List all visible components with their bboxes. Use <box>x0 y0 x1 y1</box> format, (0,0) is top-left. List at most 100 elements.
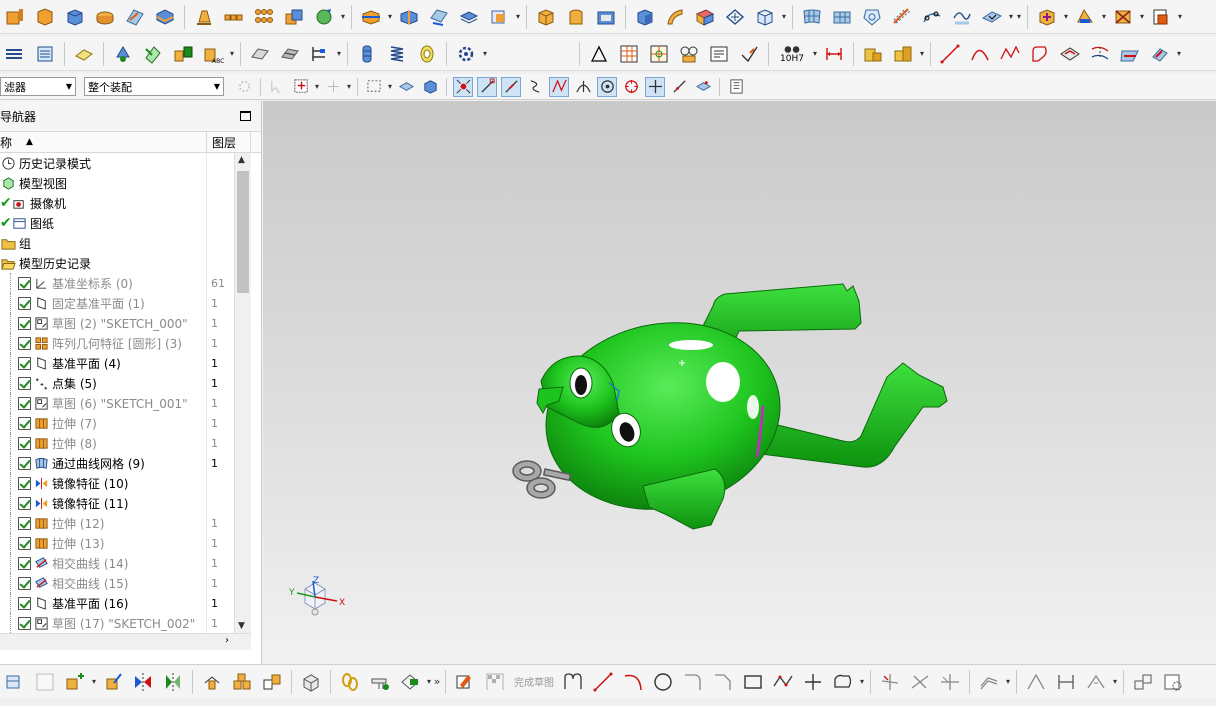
sketch-point-icon[interactable] <box>800 669 826 695</box>
add-component-icon[interactable] <box>1034 4 1060 30</box>
snap-arc-center-icon[interactable] <box>573 77 593 97</box>
select-bodies-icon[interactable] <box>420 77 440 97</box>
scroll-down-icon[interactable]: ▼ <box>238 621 245 631</box>
visibility-checkbox[interactable] <box>18 316 31 330</box>
snap-circle-center-icon[interactable] <box>597 76 617 97</box>
more-tools-icon[interactable]: » <box>433 675 441 688</box>
pattern-geometry-icon[interactable] <box>251 4 277 30</box>
snap-enable-icon[interactable] <box>453 76 473 97</box>
visibility-checkbox[interactable] <box>18 376 31 390</box>
feature-control-icon[interactable] <box>676 41 702 67</box>
block-feature-icon[interactable] <box>632 4 658 30</box>
assembly-constraint-icon[interactable] <box>140 41 166 67</box>
visibility-checkbox[interactable] <box>18 276 31 290</box>
replace-face-icon[interactable] <box>486 4 512 30</box>
finish-sketch-icon[interactable] <box>482 669 508 695</box>
navigator-row[interactable]: 阵列几何特征 [圆形] (3) 1 <box>0 333 234 353</box>
scroll-right-icon[interactable]: › <box>225 635 229 646</box>
snap-point-on-curve-icon[interactable] <box>669 77 689 97</box>
edit-feature-icon[interactable] <box>100 669 126 695</box>
combine-icon[interactable] <box>281 4 307 30</box>
sketch-task-icon[interactable] <box>452 669 478 695</box>
sketch-fillet-icon[interactable] <box>680 669 706 695</box>
mirror-feature-icon[interactable] <box>130 669 156 695</box>
navigator-row[interactable]: 历史记录模式 <box>0 153 234 173</box>
delete-body-icon[interactable] <box>1110 4 1136 30</box>
snap-point-on-face-icon[interactable] <box>693 77 713 97</box>
note-icon[interactable] <box>706 41 732 67</box>
quick-trim-icon[interactable] <box>877 669 903 695</box>
navigator-row[interactable]: 固定基准平面 (1) 1 <box>0 293 234 313</box>
curve-on-surface-icon[interactable] <box>919 4 945 30</box>
layer-stack-icon[interactable] <box>2 41 28 67</box>
surface-grid-icon[interactable] <box>799 4 825 30</box>
component-group-icon[interactable] <box>229 669 255 695</box>
hollow-icon[interactable] <box>593 4 619 30</box>
drawing-frame-icon[interactable] <box>32 669 58 695</box>
block-icon[interactable] <box>2 4 28 30</box>
visibility-checkbox[interactable] <box>18 596 31 610</box>
sphere-icon[interactable] <box>311 4 337 30</box>
scroll-up-icon[interactable]: ▲ <box>238 155 245 165</box>
layer-settings-icon[interactable] <box>32 41 58 67</box>
sketch-settings-icon[interactable] <box>1160 669 1186 695</box>
make-corner-icon[interactable] <box>937 669 963 695</box>
gear-icon[interactable] <box>453 41 479 67</box>
column-header-name[interactable]: 称 ▲ <box>0 132 207 152</box>
visibility-checkbox[interactable] <box>18 516 31 530</box>
package-icon[interactable] <box>298 669 324 695</box>
material-icon[interactable] <box>860 41 886 67</box>
pattern-feature-icon[interactable] <box>221 4 247 30</box>
tolerance-fit-icon[interactable]: 10H7 <box>775 41 809 67</box>
shell-icon[interactable] <box>32 4 58 30</box>
sketch-circle-icon[interactable] <box>650 669 676 695</box>
bom-icon[interactable]: ABC <box>200 41 226 67</box>
sweep-icon[interactable] <box>662 4 688 30</box>
selection-scope-icon[interactable] <box>291 77 311 97</box>
thicken-icon[interactable] <box>456 4 482 30</box>
clip-section-icon[interactable] <box>277 41 303 67</box>
constraints-icon[interactable] <box>199 669 225 695</box>
select-pointer-icon[interactable] <box>267 77 287 97</box>
navigator-row[interactable]: 基准平面 (16) 1 <box>0 593 234 613</box>
geometric-constraints-icon[interactable] <box>1023 669 1049 695</box>
navigator-row[interactable]: ✔ 图纸 <box>0 213 234 233</box>
snap-endpoint-icon[interactable] <box>477 76 497 97</box>
nsided-surface-icon[interactable] <box>859 4 885 30</box>
navigator-row[interactable]: 模型历史记录 <box>0 253 234 273</box>
visibility-checkbox[interactable] <box>18 476 31 490</box>
assembly-move-icon[interactable] <box>110 41 136 67</box>
view-triad[interactable]: Z X Y <box>285 575 365 635</box>
type-filter-combo[interactable]: 滤器 ▼ <box>0 77 76 96</box>
spring-icon[interactable] <box>384 41 410 67</box>
extrude-box-icon[interactable] <box>533 4 559 30</box>
spline-icon[interactable] <box>997 41 1023 67</box>
link-icon[interactable] <box>337 669 363 695</box>
navigator-row[interactable]: 组 <box>0 233 234 253</box>
filter-settings-icon[interactable] <box>234 77 254 97</box>
assembly-navigator-icon[interactable] <box>397 669 423 695</box>
add-body-icon[interactable] <box>62 669 88 695</box>
intersection-curve-icon[interactable] <box>1117 41 1143 67</box>
drawing-grid-icon[interactable] <box>646 41 672 67</box>
bearing-icon[interactable] <box>414 41 440 67</box>
mirror-body-icon[interactable] <box>160 669 186 695</box>
styled-blend-icon[interactable] <box>889 4 915 30</box>
snap-existing-point-icon[interactable] <box>645 76 665 97</box>
table-note-icon[interactable] <box>616 41 642 67</box>
sketch-arc-icon[interactable] <box>620 669 646 695</box>
visibility-checkbox[interactable] <box>18 616 31 630</box>
sketch-chamfer-icon[interactable] <box>710 669 736 695</box>
split-body-icon[interactable] <box>396 4 422 30</box>
offset-sketch-icon[interactable] <box>976 669 1002 695</box>
triangle-icon[interactable] <box>586 41 612 67</box>
draft-icon[interactable] <box>191 4 217 30</box>
wave-link-icon[interactable] <box>1072 4 1098 30</box>
move-object-icon[interactable] <box>71 41 97 67</box>
navigator-row[interactable]: 点集 (5) 1 <box>0 373 234 393</box>
navigator-row[interactable]: 拉伸 (13) 1 <box>0 533 234 553</box>
mass-props-icon[interactable] <box>890 41 916 67</box>
surface-finish-icon[interactable] <box>736 41 762 67</box>
graphics-viewport[interactable]: Z X Y <box>263 101 1216 664</box>
section-view-icon[interactable] <box>247 41 273 67</box>
